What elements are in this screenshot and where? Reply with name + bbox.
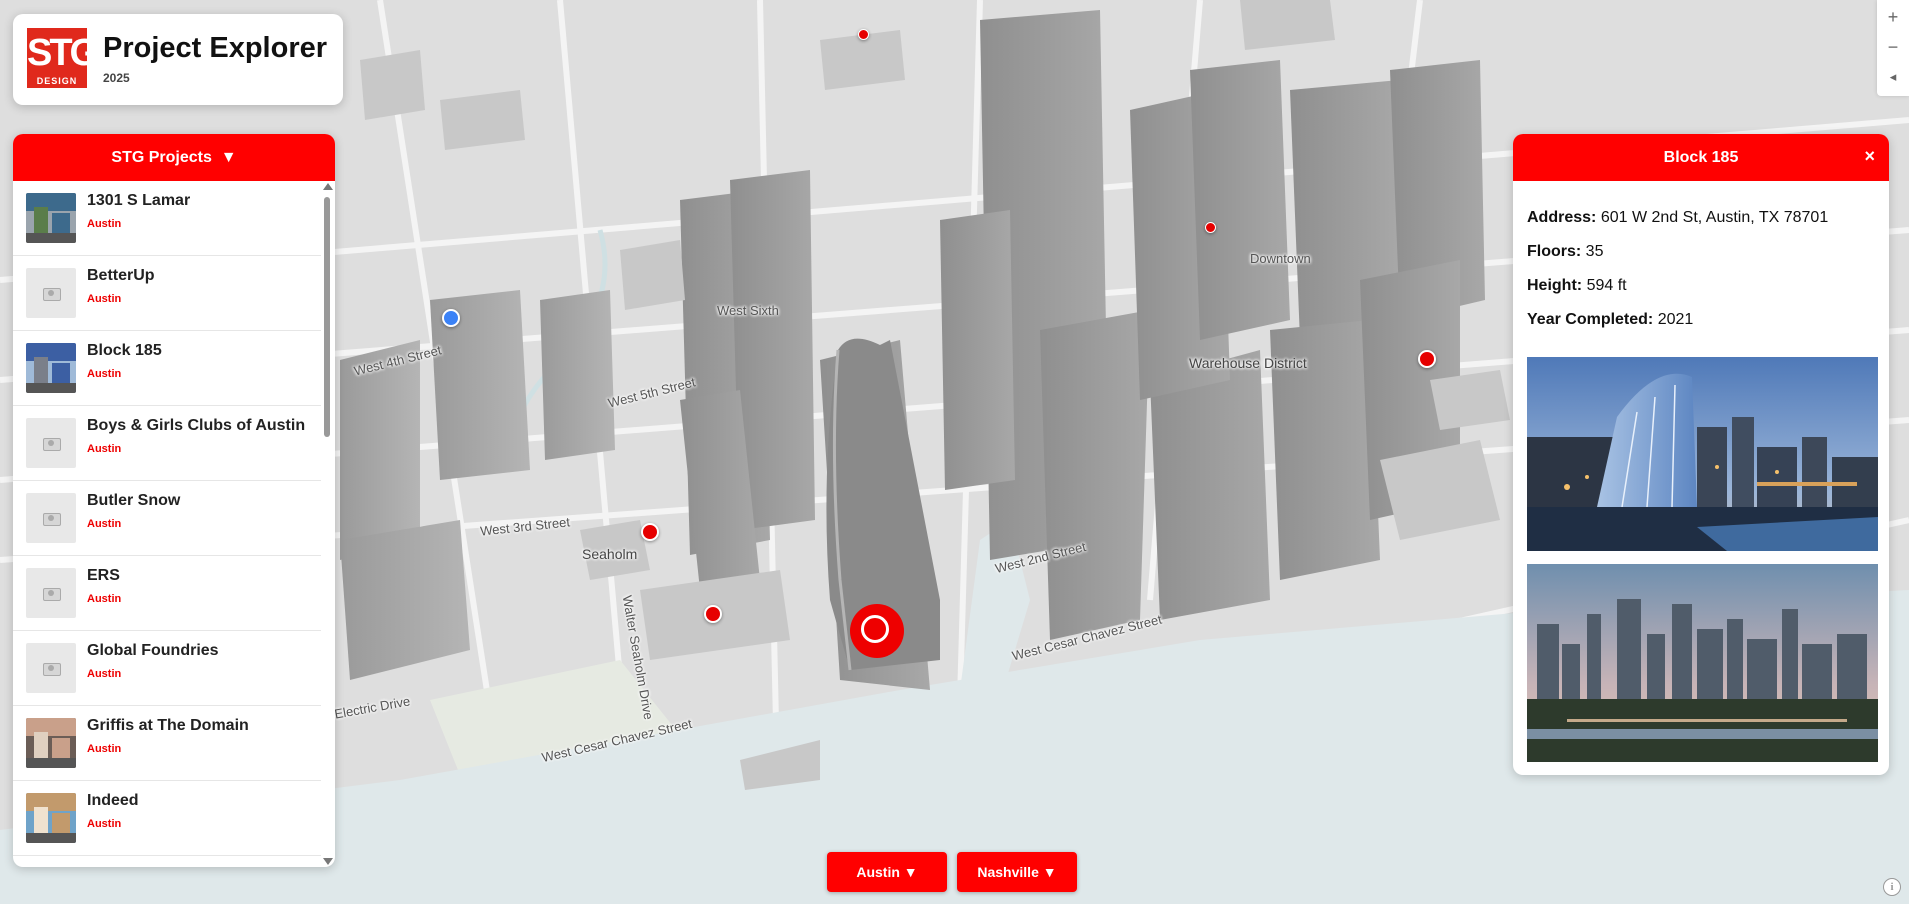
app-title: Project Explorer: [103, 32, 328, 64]
project-list-item[interactable]: Block 185 Austin: [13, 331, 321, 406]
project-name: 1301 S Lamar: [87, 192, 191, 209]
project-name: Griffis at The Domain: [87, 717, 249, 734]
project-photo[interactable]: [1527, 564, 1878, 762]
project-list-item[interactable]: Global Foundries Austin: [13, 631, 321, 706]
project-list-item[interactable]: Griffis at The Domain Austin: [13, 706, 321, 781]
image-placeholder-icon: [26, 568, 76, 618]
selected-project-marker[interactable]: [850, 604, 904, 658]
image-placeholder-icon: [26, 418, 76, 468]
project-list-item[interactable]: 1301 S Lamar Austin: [13, 181, 321, 256]
project-name: Boys & Girls Clubs of Austin: [87, 417, 306, 434]
city-button-nashville[interactable]: Nashville ▼: [957, 852, 1077, 892]
project-city: Austin: [87, 818, 122, 830]
project-list-title: STG Projects: [111, 149, 212, 166]
detail-height: Height: 594 ft: [1527, 277, 1627, 295]
detail-address: Address: 601 W 2nd St, Austin, TX 78701: [1527, 209, 1828, 227]
project-city: Austin: [87, 518, 122, 530]
detail-title: Block 185: [1663, 149, 1739, 166]
project-list-item[interactable]: Butler Snow Austin: [13, 481, 321, 556]
project-city: Austin: [87, 743, 122, 755]
attribution-info-icon[interactable]: i: [1883, 878, 1901, 896]
city-button-austin[interactable]: Austin ▼: [827, 852, 947, 892]
scroll-up-arrow-icon[interactable]: [323, 183, 333, 190]
project-list-item[interactable]: ERS Austin: [13, 556, 321, 631]
stg-logo: STG DESIGN: [27, 28, 99, 88]
project-name: BetterUp: [87, 267, 155, 284]
app-year: 2025: [103, 71, 130, 85]
project-list-dropdown[interactable]: STG Projects ▼: [13, 134, 335, 181]
project-detail-panel: Block 185 × Address: 601 W 2nd St, Austi…: [1513, 134, 1889, 775]
logo-text: STG: [27, 32, 99, 74]
project-marker[interactable]: [704, 605, 722, 623]
compass-icon[interactable]: ◂: [1877, 62, 1909, 92]
user-location-marker: [442, 309, 460, 327]
project-name: Butler Snow: [87, 492, 181, 509]
detail-header: Block 185 ×: [1513, 134, 1889, 181]
map-zoom-controls: + − ◂: [1877, 0, 1909, 96]
project-list-item[interactable]: Indeed Austin: [13, 781, 321, 856]
project-thumbnail: [26, 193, 76, 243]
image-placeholder-icon: [26, 643, 76, 693]
height-label: Height:: [1527, 277, 1583, 294]
project-thumbnail: [26, 343, 76, 393]
map-label-warehouse-district: Warehouse District: [1189, 355, 1307, 371]
project-thumbnail: [26, 793, 76, 843]
project-city: Austin: [87, 368, 122, 380]
project-marker[interactable]: [858, 29, 869, 40]
image-placeholder-icon: [26, 493, 76, 543]
year-label: Year Completed:: [1527, 311, 1654, 328]
project-name: Block 185: [87, 342, 162, 359]
address-label: Address:: [1527, 209, 1597, 226]
project-list-item[interactable]: BetterUp Austin: [13, 256, 321, 331]
project-city: Austin: [87, 593, 122, 605]
height-value: 594 ft: [1586, 277, 1627, 294]
project-list: 1301 S Lamar Austin BetterUp Austin Block 18…: [13, 181, 321, 867]
year-value: 2021: [1657, 311, 1694, 328]
project-marker[interactable]: [641, 523, 659, 541]
project-name: ERS: [87, 567, 120, 584]
close-icon[interactable]: ×: [1864, 134, 1875, 178]
scrollbar-thumb[interactable]: [324, 197, 330, 437]
project-city: Austin: [87, 218, 122, 230]
project-photo[interactable]: [1527, 357, 1878, 551]
project-name: Global Foundries: [87, 642, 219, 659]
app-header-card: STG DESIGN Project Explorer 2025: [13, 14, 343, 105]
project-city: Austin: [87, 443, 122, 455]
project-thumbnail: [26, 718, 76, 768]
project-marker[interactable]: [1418, 350, 1436, 368]
zoom-in-button[interactable]: +: [1877, 2, 1909, 32]
project-list-item[interactable]: Boys & Girls Clubs of Austin Austin: [13, 406, 321, 481]
scrollbar[interactable]: [321, 181, 333, 867]
project-list-panel: STG Projects ▼ 1301 S Lamar Austin BetterU…: [13, 134, 335, 867]
image-placeholder-icon: [26, 268, 76, 318]
floors-value: 35: [1585, 243, 1604, 260]
map-label-west-sixth: West Sixth: [717, 303, 779, 318]
caret-down-icon: ▼: [216, 149, 237, 166]
address-value: 601 W 2nd St, Austin, TX 78701: [1600, 209, 1829, 226]
logo-subtext: DESIGN: [36, 76, 78, 86]
project-city: Austin: [87, 668, 122, 680]
project-marker[interactable]: [1205, 222, 1216, 233]
project-name: Indeed: [87, 792, 139, 809]
scroll-down-arrow-icon[interactable]: [323, 858, 333, 865]
map-label-seaholm: Seaholm: [582, 546, 638, 562]
floors-label: Floors:: [1527, 243, 1582, 260]
detail-year: Year Completed: 2021: [1527, 311, 1693, 329]
map-label-downtown: Downtown: [1250, 251, 1311, 266]
zoom-out-button[interactable]: −: [1877, 32, 1909, 62]
project-city: Austin: [87, 293, 122, 305]
detail-floors: Floors: 35: [1527, 243, 1603, 261]
